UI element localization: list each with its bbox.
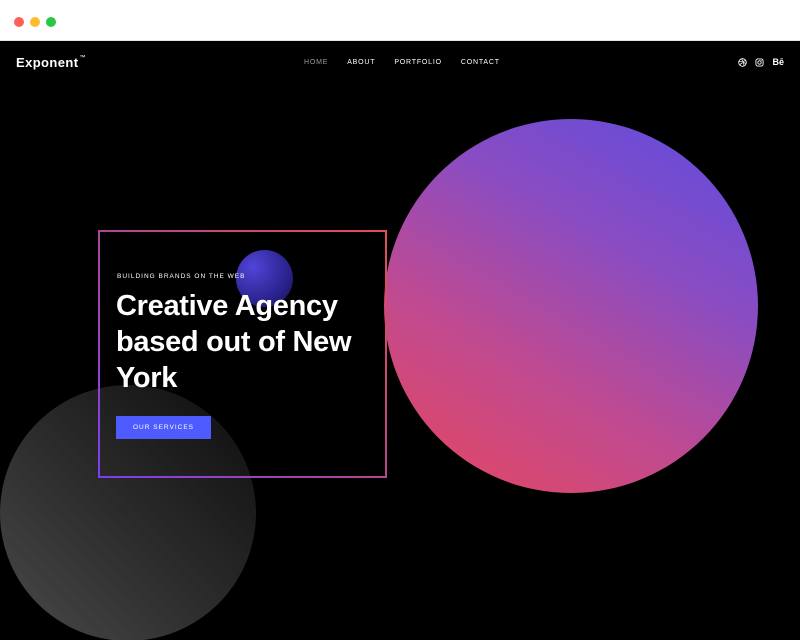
minimize-window-button[interactable] (30, 17, 40, 27)
main-nav: HOME ABOUT PORTFOLIO CONTACT (304, 59, 500, 66)
hero-eyebrow: BUILDING BRANDS ON THE WEB (117, 273, 246, 280)
social-links: Bē (738, 57, 784, 67)
zoom-window-button[interactable] (46, 17, 56, 27)
our-services-button[interactable]: OUR SERVICES (116, 416, 211, 439)
trademark-mark: ™ (79, 55, 86, 61)
nav-item-about[interactable]: ABOUT (347, 59, 375, 66)
site-logo[interactable]: Exponent™ (16, 55, 86, 70)
nav-item-contact[interactable]: CONTACT (461, 59, 500, 66)
window-titlebar (0, 0, 800, 41)
behance-icon[interactable]: Bē (772, 57, 784, 67)
nav-item-portfolio[interactable]: PORTFOLIO (394, 59, 442, 66)
gradient-circle-large (384, 119, 758, 493)
instagram-icon[interactable] (755, 57, 765, 67)
hero-page: Exponent™ HOME ABOUT PORTFOLIO CONTACT B… (0, 41, 800, 640)
logo-text: Exponent (16, 55, 79, 70)
hero-headline: Creative Agency based out of New York (116, 290, 352, 394)
close-window-button[interactable] (14, 17, 24, 27)
dribbble-icon[interactable] (738, 57, 748, 67)
nav-item-home[interactable]: HOME (304, 59, 328, 66)
